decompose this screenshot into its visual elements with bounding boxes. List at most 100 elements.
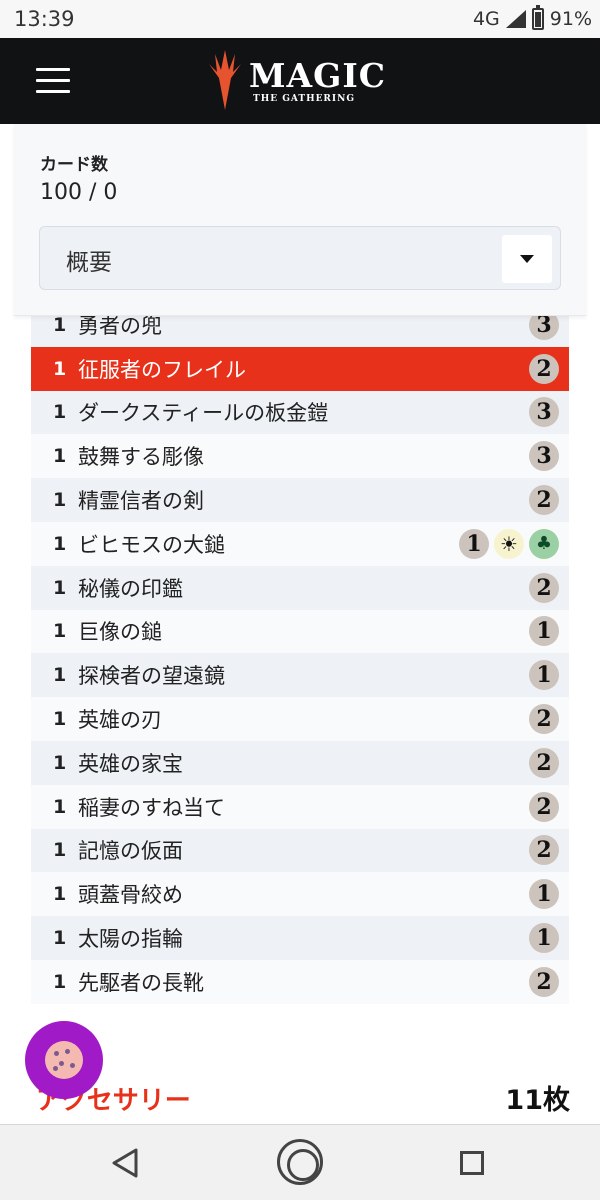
generic-mana-icon: 2	[529, 966, 559, 997]
status-time: 13:39	[14, 7, 75, 31]
mana-cost: 2	[529, 835, 569, 866]
card-quantity: 1	[53, 532, 67, 555]
recent-apps-icon[interactable]	[460, 1151, 484, 1175]
chevron-down-icon	[520, 255, 534, 263]
card-name: 探検者の望遠鏡	[78, 664, 225, 689]
card-quantity: 1	[53, 313, 67, 336]
card-list: 1 勇者の兜 3 1 征服者のフレイル 2 1 ダークスティールの板金鎧 3 1 鼓舞する彫像 3 1 精…	[31, 303, 569, 1004]
hamburger-icon[interactable]	[36, 68, 70, 94]
card-name: 稲妻のすね当て	[78, 795, 225, 820]
battery-level: 91%	[549, 8, 592, 30]
card-quantity: 1	[53, 445, 67, 468]
card-quantity: 1	[53, 401, 67, 424]
generic-mana-icon: 2	[529, 791, 559, 822]
generic-mana-icon: 2	[529, 704, 559, 735]
mana-cost: 1	[529, 660, 569, 691]
generic-mana-icon: 1	[529, 616, 559, 647]
card-name: 記憶の仮面	[78, 839, 183, 864]
cookie-icon	[45, 1041, 83, 1079]
home-icon[interactable]	[277, 1139, 323, 1185]
mana-cost: 2	[529, 353, 569, 384]
view-select[interactable]: 概要	[39, 226, 561, 290]
card-row[interactable]: 1 先駆者の長靴 2	[31, 959, 569, 1004]
mana-cost: 2	[529, 485, 569, 516]
card-name: 精霊信者の剣	[78, 489, 204, 514]
magic-logo[interactable]: MAGIC THE GATHERING	[205, 50, 405, 112]
card-name: 巨像の鎚	[78, 620, 162, 645]
generic-mana-icon: 2	[529, 572, 559, 603]
mana-cost: 2	[529, 966, 569, 997]
card-row[interactable]: 1 頭蓋骨絞め 1	[31, 872, 569, 917]
card-row[interactable]: 1 英雄の家宝 2	[31, 740, 569, 785]
card-count-value: 100 / 0	[40, 180, 118, 205]
card-row[interactable]: 1 征服者のフレイル 2	[31, 346, 569, 391]
generic-mana-icon: 3	[529, 441, 559, 472]
card-quantity: 1	[53, 970, 67, 993]
mana-cost: 2	[529, 791, 569, 822]
card-name: ダークスティールの板金鎧	[78, 401, 329, 426]
mana-cost: 2	[529, 704, 569, 735]
card-row[interactable]: 1 探検者の望遠鏡 1	[31, 653, 569, 698]
card-name: 頭蓋骨絞め	[78, 883, 183, 908]
card-quantity: 1	[53, 357, 67, 380]
card-quantity: 1	[53, 751, 67, 774]
card-row[interactable]: 1 稲妻のすね当て 2	[31, 784, 569, 829]
system-navigation-bar	[0, 1124, 600, 1200]
card-quantity: 1	[53, 795, 67, 818]
mana-cost: 1	[529, 923, 569, 954]
card-quantity: 1	[53, 883, 67, 906]
card-row[interactable]: 1 ビヒモスの大鎚 1 ☀ ♣	[31, 521, 569, 566]
card-row[interactable]: 1 秘儀の印鑑 2	[31, 565, 569, 610]
status-indicators: 4G 91%	[472, 5, 592, 30]
mana-cost: 2	[529, 747, 569, 778]
card-row[interactable]: 1 太陽の指輪 1	[31, 916, 569, 960]
generic-mana-icon: 1	[529, 879, 559, 910]
generic-mana-icon: 3	[529, 397, 559, 428]
card-name: 先駆者の長靴	[78, 970, 204, 995]
card-row[interactable]: 1 ダークスティールの板金鎧 3	[31, 390, 569, 435]
green-mana-icon: ♣	[529, 528, 559, 559]
battery-icon	[531, 5, 544, 30]
card-quantity: 1	[53, 620, 67, 643]
card-row[interactable]: 1 精霊信者の剣 2	[31, 478, 569, 522]
card-row[interactable]: 1 英雄の刃 2	[31, 697, 569, 741]
mana-cost: 3	[529, 441, 569, 472]
generic-mana-icon: 2	[529, 485, 559, 516]
generic-mana-icon: 1	[529, 660, 559, 691]
card-count-label: カード数	[40, 155, 108, 175]
card-row[interactable]: 1 巨像の鎚 1	[31, 609, 569, 654]
deck-summary-panel: カード数 100 / 0 概要	[14, 124, 586, 316]
section-count: 11枚	[505, 1085, 570, 1116]
white-mana-icon: ☀	[494, 528, 524, 559]
status-bar: 13:39 4G 91%	[0, 0, 600, 38]
card-name: 秘儀の印鑑	[78, 576, 183, 601]
mana-cost: 2	[529, 572, 569, 603]
card-name: 英雄の刃	[78, 708, 162, 733]
card-name: 征服者のフレイル	[78, 357, 246, 382]
mana-cost: 1 ☀ ♣	[459, 528, 569, 559]
mana-cost: 3	[529, 397, 569, 428]
cookie-settings-button[interactable]	[25, 1021, 103, 1099]
app-header: MAGIC THE GATHERING	[0, 38, 600, 124]
card-quantity: 1	[53, 708, 67, 731]
card-row[interactable]: 1 記憶の仮面 2	[31, 828, 569, 873]
network-type: 4G	[472, 8, 500, 30]
generic-mana-icon: 1	[459, 528, 489, 559]
back-icon[interactable]	[110, 1147, 140, 1179]
card-name: ビヒモスの大鎚	[78, 532, 225, 557]
dropdown-button[interactable]	[502, 235, 552, 283]
generic-mana-icon: 2	[529, 353, 559, 384]
generic-mana-icon: 2	[529, 835, 559, 866]
mana-cost: 1	[529, 616, 569, 647]
logo-title: MAGIC	[249, 56, 387, 95]
card-name: 太陽の指輪	[78, 927, 183, 952]
card-row[interactable]: 1 鼓舞する彫像 3	[31, 434, 569, 479]
card-quantity: 1	[53, 576, 67, 599]
card-quantity: 1	[53, 489, 67, 512]
card-quantity: 1	[53, 839, 67, 862]
card-quantity: 1	[53, 664, 67, 687]
generic-mana-icon: 2	[529, 747, 559, 778]
view-select-value: 概要	[66, 250, 112, 276]
signal-icon	[505, 10, 526, 28]
card-name: 英雄の家宝	[78, 751, 183, 776]
